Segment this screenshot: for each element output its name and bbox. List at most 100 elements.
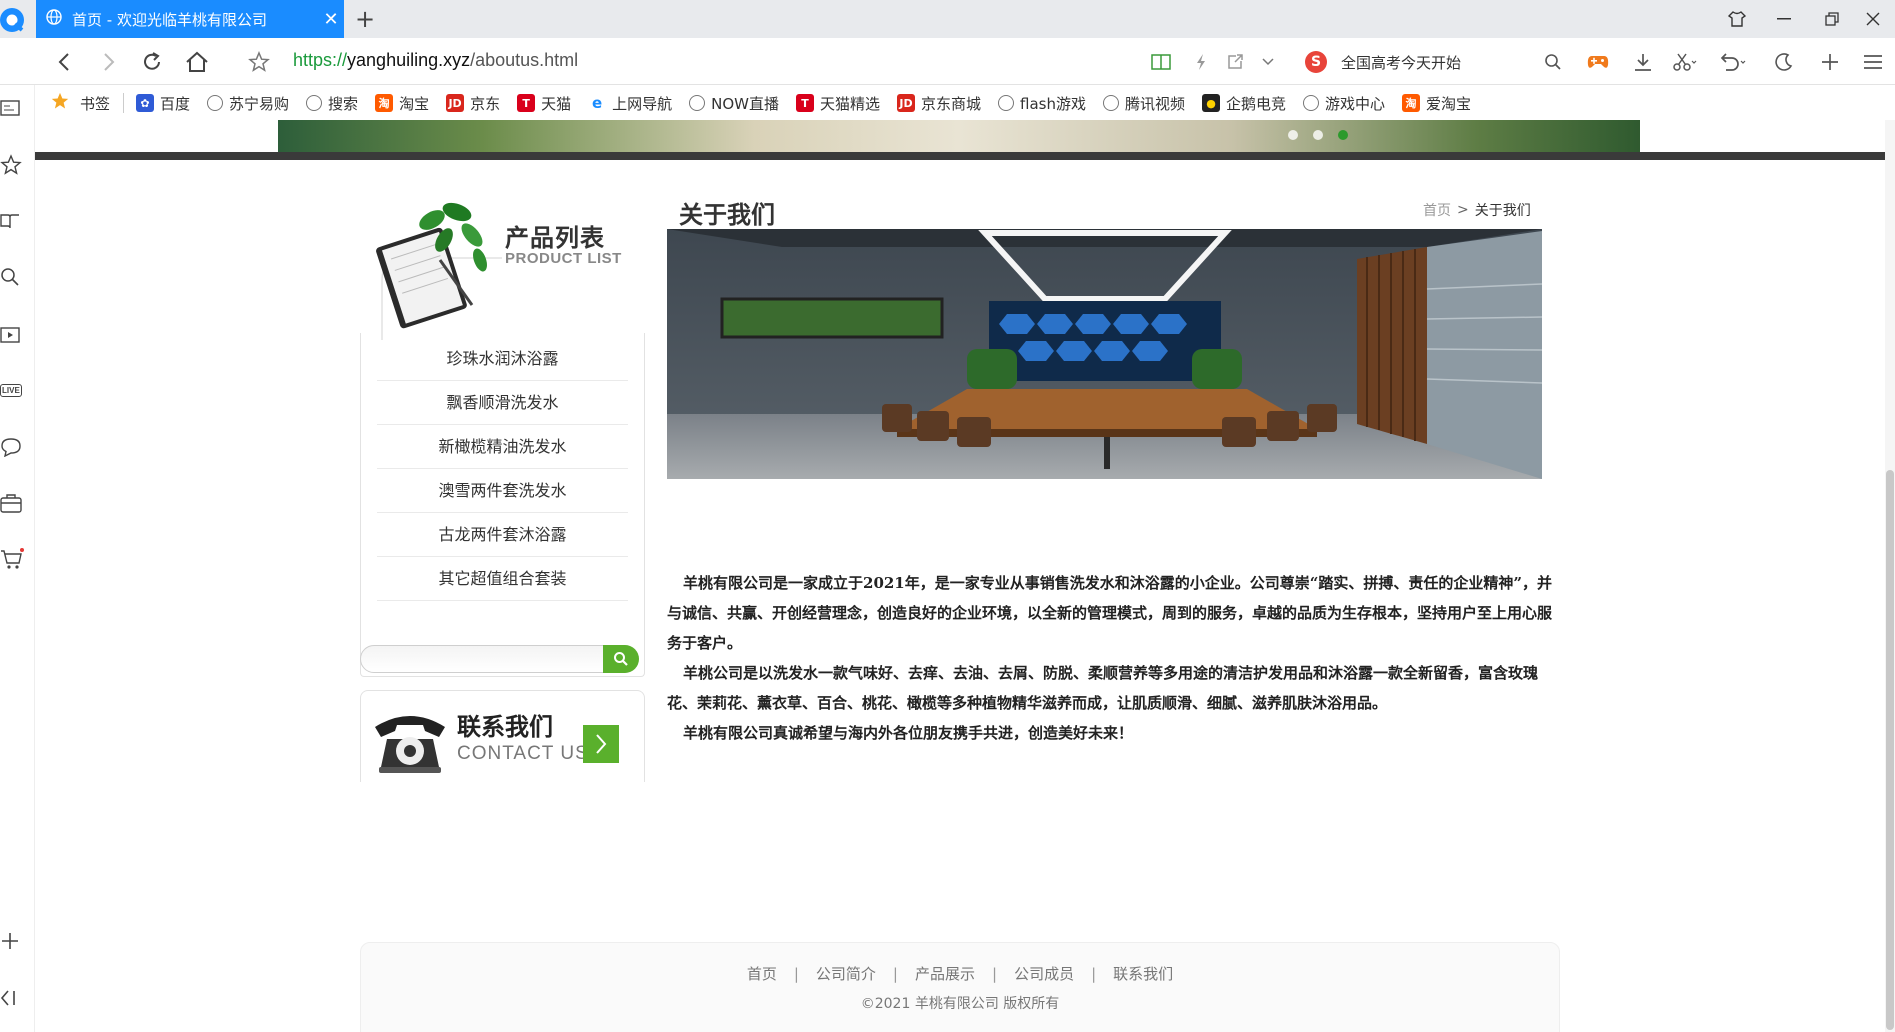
book-icon[interactable] — [0, 208, 24, 234]
address-bar: https://yanghuiling.xyz/aboutus.html S 全… — [0, 38, 1895, 85]
slide-dot-active[interactable] — [1338, 130, 1348, 140]
reader-mode-icon[interactable] — [1146, 47, 1176, 77]
minimize-icon[interactable] — [1762, 0, 1806, 38]
bookmark-label: 搜索 — [328, 94, 359, 113]
slide-dot[interactable] — [1288, 130, 1298, 140]
chat-icon[interactable] — [0, 434, 24, 460]
contact-subtitle: CONTACT US — [457, 743, 589, 764]
product-link[interactable]: 飘香顺滑洗发水 — [377, 381, 628, 425]
game-controller-icon[interactable] — [1583, 47, 1613, 77]
banner-image — [278, 120, 1640, 152]
about-paragraph: 羊桃有限公司真诚希望与海内外各位朋友携手共进，创造美好未来！ — [683, 724, 1134, 742]
refresh-icon[interactable] — [136, 46, 168, 78]
page-viewport: 产品列表 PRODUCT LIST 珍珠水润沐浴露 飘香顺滑洗发水 新橄榄精油洗… — [35, 120, 1885, 1032]
bookmark-item[interactable]: 淘淘宝 — [375, 93, 429, 114]
footer-link-intro[interactable]: 公司简介 — [816, 965, 876, 983]
footer-link-home[interactable]: 首页 — [747, 965, 777, 983]
bookmark-item[interactable]: 淘爱淘宝 — [1402, 93, 1471, 114]
search-engine-box[interactable]: S 全国高考今天开始 — [1305, 47, 1461, 77]
product-link[interactable]: 古龙两件套沐浴露 — [377, 513, 628, 557]
night-mode-icon[interactable] — [1769, 47, 1799, 77]
taobao-icon: 淘 — [1402, 94, 1421, 112]
scissors-icon[interactable] — [1670, 47, 1700, 77]
lightning-icon[interactable] — [1186, 47, 1216, 77]
ie-icon: e — [588, 94, 607, 112]
breadcrumb-separator: > — [1457, 202, 1469, 218]
cart-icon[interactable] — [0, 546, 24, 572]
qq-browser-logo-icon[interactable] — [0, 2, 28, 36]
divider — [123, 93, 125, 113]
site-search-button[interactable] — [603, 645, 639, 673]
back-icon[interactable] — [48, 46, 80, 78]
tmall-icon: T — [795, 94, 814, 112]
product-list-subtitle: PRODUCT LIST — [505, 250, 622, 267]
collapse-sidebar-icon[interactable] — [0, 985, 24, 1011]
briefcase-icon[interactable] — [0, 490, 24, 516]
chevron-down-icon[interactable] — [1253, 47, 1283, 77]
close-window-icon[interactable] — [1851, 0, 1895, 38]
bookmark-item[interactable]: flash游戏 — [998, 93, 1086, 114]
video-icon[interactable] — [0, 321, 24, 347]
product-link[interactable]: 澳雪两件套洗发水 — [377, 469, 628, 513]
globe-icon — [1303, 95, 1320, 111]
bookmark-label: 京东商城 — [921, 94, 982, 113]
bookmark-item[interactable]: 书签 — [50, 91, 110, 115]
restore-icon[interactable] — [1810, 0, 1854, 38]
globe-icon — [998, 95, 1015, 111]
undo-icon[interactable] — [1718, 47, 1748, 77]
bookmark-item[interactable]: e 上网导航 — [588, 93, 672, 114]
contact-us-panel[interactable]: 联系我们 CONTACT US — [360, 690, 645, 782]
forward-icon[interactable] — [93, 46, 125, 78]
new-tab-icon[interactable]: + — [350, 4, 380, 34]
bookmark-item[interactable]: 搜索 — [306, 93, 358, 114]
home-icon[interactable] — [181, 46, 213, 78]
taobao-icon: 淘 — [375, 94, 394, 112]
add-icon[interactable] — [0, 928, 24, 954]
skin-icon[interactable] — [1715, 0, 1759, 38]
close-tab-icon[interactable]: ✕ — [318, 9, 344, 30]
footer-link-contact[interactable]: 联系我们 — [1113, 965, 1173, 983]
search-icon[interactable] — [1538, 47, 1568, 77]
search-icon[interactable] — [0, 264, 24, 290]
bookmark-item[interactable]: 腾讯视频 — [1102, 93, 1185, 114]
live-icon[interactable]: LIVE — [0, 377, 24, 403]
sogou-logo-icon[interactable]: S — [1305, 51, 1327, 73]
bookmark-item[interactable]: 游戏中心 — [1303, 93, 1385, 114]
bookmark-item[interactable]: JD 京东商城 — [897, 93, 981, 114]
site-search-input[interactable] — [373, 649, 593, 669]
star-icon[interactable] — [0, 152, 24, 178]
bookmark-item[interactable]: JD 京东 — [446, 93, 500, 114]
download-icon[interactable] — [1628, 47, 1658, 77]
menu-icon[interactable] — [1858, 47, 1888, 77]
footer-nav: 首页 | 公司简介 | 产品展示 | 公司成员 | 联系我们 — [361, 963, 1559, 984]
add-icon[interactable] — [1815, 47, 1845, 77]
bookmark-label: 上网导航 — [612, 94, 673, 113]
footer-link-members[interactable]: 公司成员 — [1014, 965, 1074, 983]
favorite-star-icon[interactable] — [243, 46, 275, 78]
active-tab[interactable]: 首页 - 欢迎光临羊桃有限公司 ✕ — [36, 0, 344, 38]
footer-separator: | — [793, 965, 799, 983]
chevron-right-icon[interactable] — [583, 725, 619, 763]
bookmark-item[interactable]: ● 企鹅电竞 — [1202, 93, 1286, 114]
scrollbar-thumb[interactable] — [1886, 470, 1894, 1030]
footer-link-products[interactable]: 产品展示 — [915, 965, 975, 983]
bookmark-item[interactable]: ✿ 百度 — [136, 93, 190, 114]
slide-dot[interactable] — [1313, 130, 1323, 140]
bookmark-item[interactable]: T 天猫 — [517, 93, 571, 114]
breadcrumb: 首页 > 关于我们 — [1423, 200, 1531, 220]
url-field[interactable]: https://yanghuiling.xyz/aboutus.html — [293, 50, 578, 71]
share-icon[interactable] — [1220, 47, 1250, 77]
bookmark-item[interactable]: T 天猫精选 — [795, 93, 880, 114]
copyright: ©2021 羊桃有限公司 版权所有 — [860, 996, 1060, 1012]
page-title: 关于我们 — [679, 201, 775, 229]
bookmark-item[interactable]: NOW直播 — [689, 93, 779, 114]
profile-card-icon[interactable] — [0, 95, 24, 121]
breadcrumb-home[interactable]: 首页 — [1423, 200, 1451, 220]
product-link[interactable]: 珍珠水润沐浴露 — [377, 337, 628, 381]
header-divider — [35, 152, 1885, 160]
product-list-panel: 产品列表 PRODUCT LIST 珍珠水润沐浴露 飘香顺滑洗发水 新橄榄精油洗… — [360, 190, 645, 680]
product-link[interactable]: 其它超值组合套装 — [377, 557, 628, 601]
bookmark-item[interactable]: 苏宁易购 — [207, 93, 289, 114]
contact-title: 联系我们 — [457, 713, 553, 741]
product-link[interactable]: 新橄榄精油洗发水 — [377, 425, 628, 469]
